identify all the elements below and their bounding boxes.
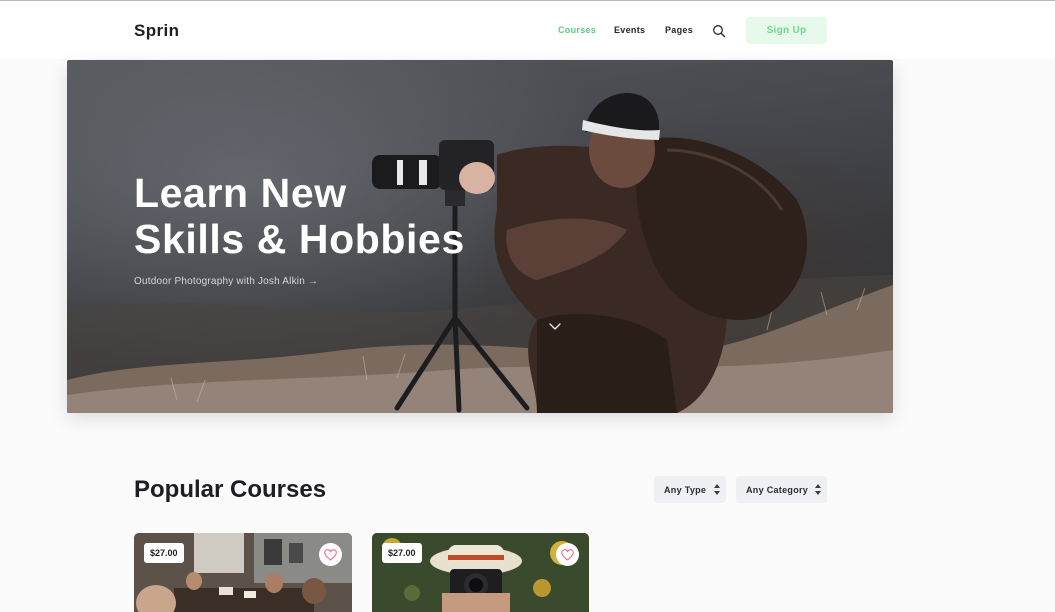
hero-title-line-1: Learn New: [134, 170, 347, 216]
nav-pages[interactable]: Pages: [665, 25, 693, 35]
type-filter-label: Any Type: [664, 484, 707, 495]
category-filter-select[interactable]: Any Category: [736, 476, 827, 503]
signup-button[interactable]: Sign Up: [746, 17, 827, 44]
nav-events[interactable]: Events: [614, 25, 645, 35]
chevron-down-icon[interactable]: [549, 318, 561, 336]
heart-icon[interactable]: [319, 543, 342, 566]
select-arrows-icon: [714, 484, 720, 495]
type-filter-select[interactable]: Any Type: [654, 476, 726, 503]
hero-title-line-2: Skills & Hobbies: [134, 216, 465, 262]
heart-icon[interactable]: [556, 543, 579, 566]
course-card[interactable]: $27.00: [134, 533, 352, 612]
hero-title: Learn New Skills & Hobbies: [134, 170, 554, 262]
select-arrows-icon: [815, 484, 821, 495]
course-card[interactable]: $27.00: [372, 533, 589, 612]
hero-course-link[interactable]: Outdoor Photography with Josh Alkin →: [134, 276, 318, 287]
hero-banner: Learn New Skills & Hobbies Outdoor Photo…: [67, 60, 893, 413]
price-badge: $27.00: [382, 543, 422, 563]
popular-courses-title: Popular Courses: [134, 476, 327, 503]
search-icon[interactable]: [712, 24, 726, 38]
nav-courses[interactable]: Courses: [558, 25, 596, 35]
price-badge: $27.00: [144, 543, 184, 563]
site-header: Sprin Courses Events Pages Sign Up: [0, 1, 1055, 59]
category-filter-label: Any Category: [746, 484, 809, 495]
site-logo[interactable]: Sprin: [134, 21, 179, 41]
